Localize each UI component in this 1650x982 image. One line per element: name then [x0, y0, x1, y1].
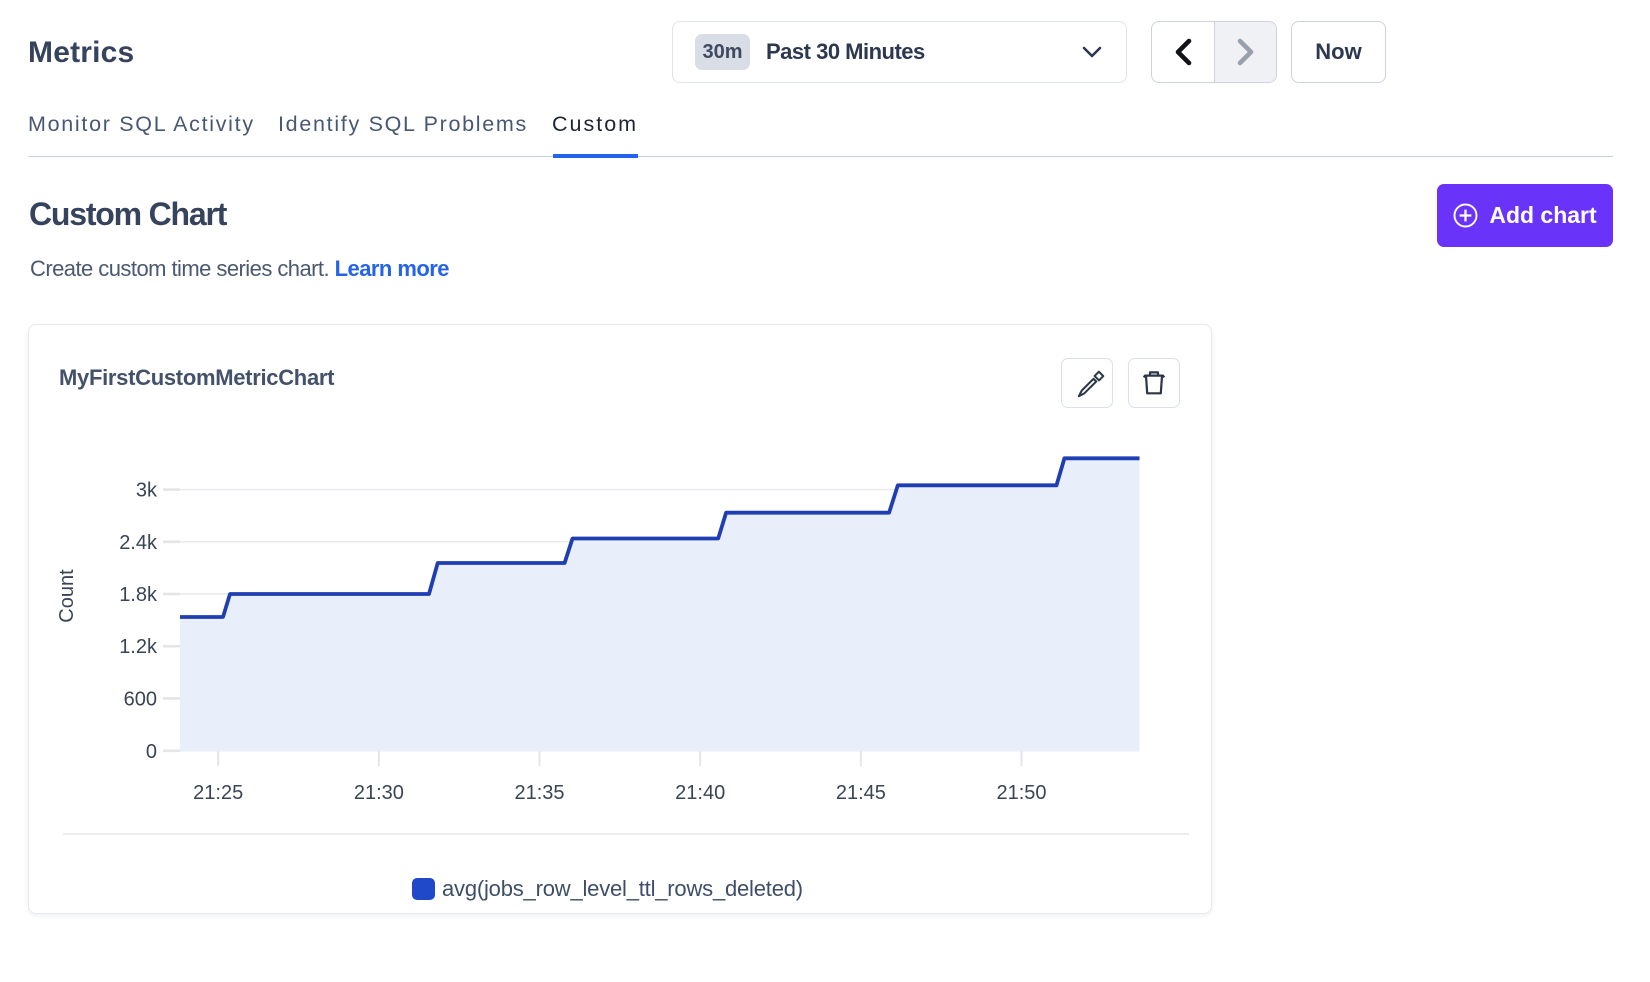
svg-text:21:45: 21:45: [836, 782, 886, 804]
svg-text:0: 0: [146, 741, 157, 763]
svg-text:21:25: 21:25: [193, 782, 243, 804]
svg-text:21:40: 21:40: [675, 782, 725, 804]
svg-text:21:35: 21:35: [514, 782, 564, 804]
svg-text:2.4k: 2.4k: [119, 532, 158, 554]
svg-text:1.2k: 1.2k: [119, 636, 158, 658]
svg-text:600: 600: [124, 688, 157, 710]
svg-text:21:50: 21:50: [996, 782, 1046, 804]
svg-text:Count: Count: [56, 569, 78, 623]
svg-text:1.8k: 1.8k: [119, 584, 158, 606]
svg-text:3k: 3k: [136, 480, 158, 502]
svg-text:21:30: 21:30: [354, 782, 404, 804]
